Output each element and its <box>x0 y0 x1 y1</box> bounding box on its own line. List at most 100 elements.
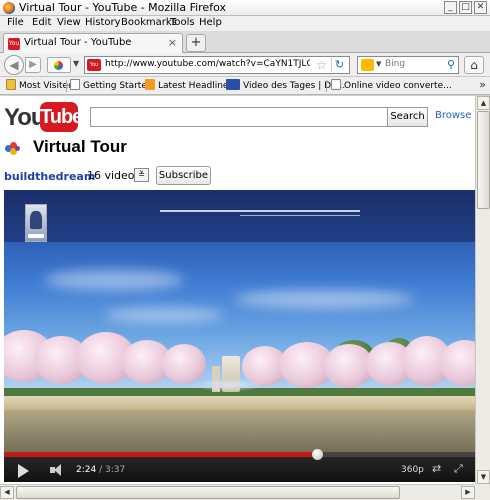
menu-file[interactable]: File <box>7 17 24 28</box>
player-controls: 2:24 / 3:37 360p ⇄ ⤢ <box>4 449 475 482</box>
minimize-button[interactable]: _ <box>444 1 457 14</box>
bookmark-online-video-converter[interactable]: Online video converte... <box>331 79 452 91</box>
url-text[interactable]: http://www.youtube.com/watch?v=CaYN1TJLC… <box>105 59 310 69</box>
back-button[interactable]: ◀ <box>4 55 24 75</box>
menu-tools[interactable]: Tools <box>170 17 195 28</box>
scroll-down-icon[interactable]: ▼ <box>477 470 490 484</box>
bookmark-separator <box>66 80 67 92</box>
page-content: You Tube Search Browse Virtual Tour buil… <box>0 96 475 484</box>
vertical-scrollbar[interactable]: ▲ ▼ <box>475 96 490 484</box>
video-player-screen[interactable] <box>4 190 475 452</box>
search-placeholder: Bing <box>385 59 406 69</box>
firefox-icon <box>3 2 15 14</box>
bookmark-separator <box>326 80 327 92</box>
browse-link[interactable]: Browse <box>435 110 471 121</box>
menu-edit[interactable]: Edit <box>32 17 51 28</box>
reload-icon[interactable]: ↻ <box>331 58 347 72</box>
bookmark-label: Online video converte... <box>344 81 452 91</box>
menu-history[interactable]: History <box>85 17 121 28</box>
search-icon[interactable]: ⚲ <box>447 58 455 71</box>
tab-strip: You Virtual Tour - YouTube × + <box>0 31 490 53</box>
time-display: 2:24 / 3:37 <box>76 465 125 475</box>
scrollbar-corner <box>475 484 490 500</box>
site-identity-button[interactable] <box>47 57 71 73</box>
logo-tube: Tube <box>40 102 83 132</box>
menu-view[interactable]: View <box>57 17 81 28</box>
menu-bar: File Edit View History Bookmarks Tools H… <box>0 16 490 31</box>
bookmark-star-icon[interactable]: ☆ <box>316 58 327 72</box>
close-window-button[interactable]: ✕ <box>474 1 487 14</box>
page-icon <box>70 79 80 90</box>
volume-icon[interactable] <box>50 463 64 477</box>
url-bar[interactable]: You http://www.youtube.com/watch?v=CaYN1… <box>84 56 350 74</box>
horizontal-scroll-thumb[interactable] <box>16 486 400 499</box>
rss-icon <box>145 79 155 90</box>
fountain-spray <box>194 378 264 392</box>
banner-line <box>240 215 360 216</box>
history-dropdown-icon[interactable]: ▼ <box>73 59 79 68</box>
site-logo-icon <box>226 79 240 90</box>
engine-dropdown-icon[interactable]: ▼ <box>376 60 381 68</box>
fullscreen-icon[interactable]: ⤢ <box>454 462 463 476</box>
walkway <box>4 396 475 410</box>
quality-button[interactable]: 360p <box>401 465 424 475</box>
channel-title: Virtual Tour <box>33 137 127 156</box>
video-banner <box>4 190 475 242</box>
bookmark-label: Video des Tages | De... <box>243 81 346 91</box>
cloud <box>44 270 184 290</box>
scrubber-handle[interactable] <box>311 449 323 460</box>
channel-icon <box>5 142 21 156</box>
maximize-button[interactable]: □ <box>459 1 472 14</box>
played-bar <box>4 452 317 457</box>
tab-close-icon[interactable]: × <box>168 36 177 49</box>
scroll-up-icon[interactable]: ▲ <box>477 96 490 110</box>
reflecting-water <box>4 410 475 452</box>
window-title-bar: Virtual Tour - YouTube - Mozilla Firefox… <box>0 0 490 16</box>
duration: 3:37 <box>104 465 126 475</box>
new-tab-button[interactable]: + <box>186 34 206 52</box>
youtube-search-input[interactable] <box>90 107 388 127</box>
bookmark-latest-headlines[interactable]: Latest Headlines <box>145 79 233 91</box>
video-count: 16 videos <box>87 169 141 182</box>
time-separator: / <box>96 465 105 475</box>
vertical-scroll-thumb[interactable] <box>477 111 490 209</box>
video-watermark-logo <box>25 204 47 242</box>
menu-help[interactable]: Help <box>199 17 222 28</box>
menu-bookmarks[interactable]: Bookmarks <box>121 17 177 28</box>
scroll-right-icon[interactable]: ▶ <box>461 486 475 499</box>
progress-bar[interactable] <box>4 449 475 460</box>
scroll-left-icon[interactable]: ◀ <box>0 486 14 499</box>
bookmark-video-des-tages[interactable]: Video des Tages | De... <box>226 79 345 91</box>
youtube-favicon-icon: You <box>87 59 101 71</box>
cloud <box>104 308 224 322</box>
logo-you: You <box>4 104 46 131</box>
forward-button[interactable]: ▶ <box>25 57 41 73</box>
subscribe-button[interactable]: Subscribe <box>156 166 211 185</box>
play-icon[interactable] <box>18 464 29 478</box>
tab-label: Virtual Tour - YouTube <box>24 37 132 48</box>
horizontal-scrollbar[interactable]: ◀ ▶ <box>0 484 475 500</box>
site-identity-icon <box>54 61 63 70</box>
home-button[interactable]: ⌂ <box>464 56 484 74</box>
bookmark-label: Latest Headlines <box>158 81 234 91</box>
bookmarks-overflow-icon[interactable]: » <box>479 78 486 91</box>
navigation-toolbar: ◀ ▶ ▼ You http://www.youtube.com/watch?v… <box>0 53 490 77</box>
popout-icon[interactable]: ⇄ <box>432 462 441 475</box>
bookmark-label: Getting Started <box>83 81 153 91</box>
youtube-search-button[interactable]: Search <box>387 107 428 127</box>
bing-engine-icon[interactable] <box>361 59 374 71</box>
bookmark-most-visited[interactable]: Most Visited <box>6 79 74 91</box>
bookmark-getting-started[interactable]: Getting Started <box>70 79 153 91</box>
page-icon <box>331 79 341 90</box>
chevron-down-icon[interactable]: ≚ <box>134 168 149 182</box>
folder-icon <box>6 79 16 90</box>
tab-virtual-tour[interactable]: You Virtual Tour - YouTube × <box>3 33 183 53</box>
search-bar[interactable]: ▼ Bing ⚲ <box>357 56 459 74</box>
channel-user-link[interactable]: buildthedream <box>4 170 95 183</box>
youtube-favicon-icon: You <box>8 38 20 50</box>
cloud <box>234 290 414 308</box>
banner-line <box>160 210 360 212</box>
current-time: 2:24 <box>76 465 97 475</box>
bookmarks-toolbar: Most Visited Getting Started Latest Head… <box>0 77 490 95</box>
window-title: Virtual Tour - YouTube - Mozilla Firefox <box>19 1 226 14</box>
